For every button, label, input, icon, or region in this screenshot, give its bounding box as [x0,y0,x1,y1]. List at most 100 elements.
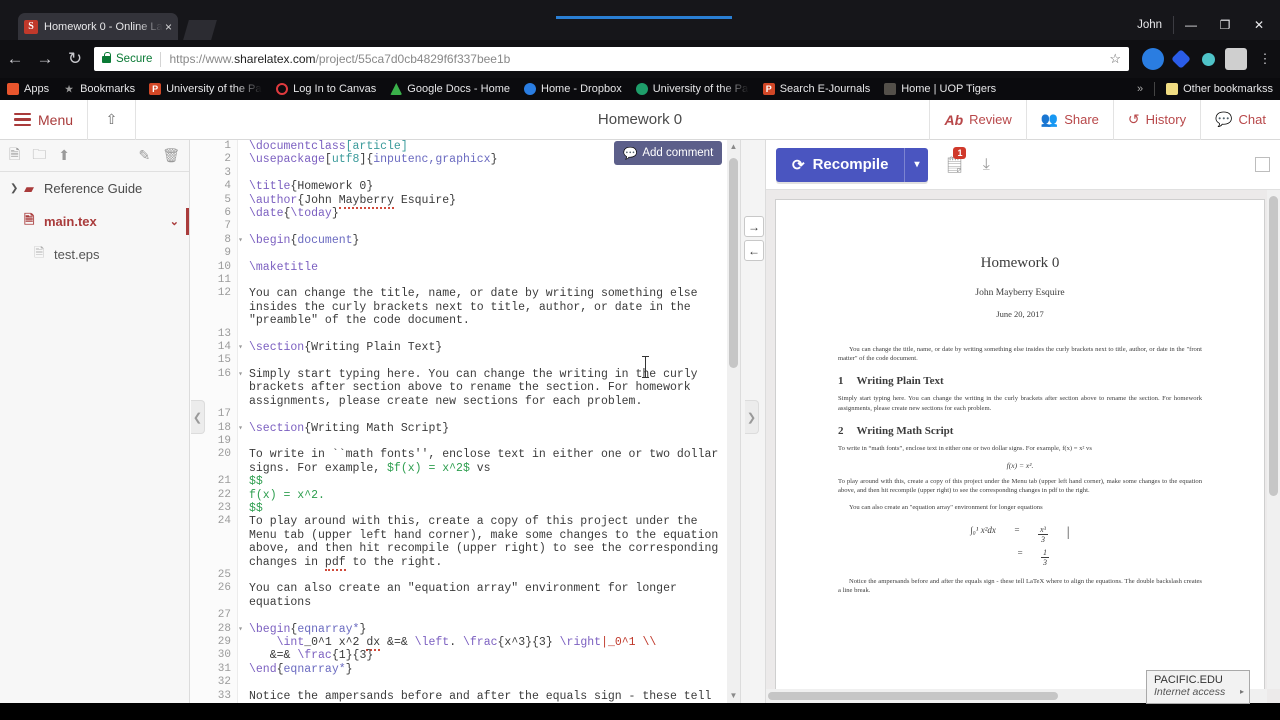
reload-icon[interactable]: ↻ [60,44,90,74]
chrome-profile-button[interactable]: John [1126,16,1174,34]
file-tree-item-reference-guide[interactable]: ❯ ▰ Reference Guide [0,172,189,205]
code-line[interactable]: f(x) = x^2. [249,489,726,502]
pdf-horizontal-scrollbar-thumb[interactable] [768,692,1058,700]
code-line[interactable]: \date{\today} [249,207,726,220]
sync-to-pdf-button[interactable]: → [744,216,764,237]
code-line[interactable]: \begin{eqnarray*} [249,623,726,636]
collapse-file-tree-handle[interactable]: ❮ [191,400,205,434]
new-tab-button[interactable] [183,20,217,40]
recompile-dropdown-caret[interactable]: ▾ [905,159,928,170]
header-action-chat[interactable]: 💬 Chat [1200,99,1280,140]
upload-arrow-icon[interactable]: ⇧ [88,99,137,140]
code-line[interactable]: To play around with this, create a copy … [249,515,726,571]
code-line[interactable] [249,220,726,233]
bookmark-item[interactable]: Home | UOP Tigers [877,83,1003,95]
bookmark-star-icon[interactable]: ☆ [1109,51,1121,67]
code-line[interactable] [249,435,726,448]
code-line[interactable] [249,167,726,180]
code-line[interactable] [249,354,726,367]
bookmarks-overflow-button[interactable]: » [1130,83,1150,95]
bookmark-item[interactable]: P University of the Pacif [142,83,269,95]
scroll-down-arrow-icon[interactable]: ▼ [727,689,740,703]
code-line[interactable]: To write in ``math fonts'', enclose text… [249,448,726,475]
header-action-review[interactable]: Ab Review [929,99,1025,140]
upload-icon[interactable]: ⬆ [58,147,70,164]
new-file-icon[interactable]: 🗎 [9,144,20,168]
code-area[interactable]: 1 2 3 4 5 6 7 8 ▾ 9 10 11 12 13 14 ▾ 15 16 ▾ 17 18 ▾ 19 20 21 22 2… [190,140,740,703]
code-line[interactable]: \begin{document} [249,234,726,247]
code-line[interactable]: \int_0^1 x^2 dx &=& \left. \frac{x^3}{3}… [249,636,726,652]
code-line[interactable] [249,328,726,341]
maximize-button[interactable]: ❐ [1208,13,1242,37]
log-file-icon[interactable]: 🗒 1 [944,146,967,175]
code-line[interactable]: \section{Writing Plain Text} [249,341,726,354]
recompile-main[interactable]: ⟳ Recompile [776,156,904,174]
code-line[interactable]: \end{eqnarray*} [249,663,726,676]
code-line[interactable]: \maketitle [249,261,726,274]
chevron-down-icon[interactable]: ⌄ [170,215,179,228]
delete-trash-icon[interactable]: 🗑 [162,147,180,164]
code-editor[interactable]: 1 2 3 4 5 6 7 8 ▾ 9 10 11 12 13 14 ▾ 15 16 ▾ 17 18 ▾ 19 20 21 22 2… [190,140,740,703]
bookmark-item[interactable]: ★ Bookmarks [56,83,142,95]
close-window-button[interactable]: ✕ [1242,13,1276,37]
file-tree-item-test-eps[interactable]: 🗎 test.eps [0,238,189,271]
expand-pdf-handle[interactable]: ❯ [745,400,759,434]
url-scheme: https://www. [169,52,235,66]
add-comment-button[interactable]: 💬 Add comment [614,141,723,165]
code-line[interactable]: $$ [249,475,726,488]
code-line[interactable]: Notice the ampersands before and after t… [249,690,726,703]
network-tooltip[interactable]: PACIFIC.EDU Internet access ▸ [1146,670,1250,704]
recompile-button[interactable]: ⟳ Recompile ▾ [776,147,929,182]
code-line[interactable]: Simply start typing here. You can change… [249,368,726,408]
code-line[interactable]: \section{Writing Math Script} [249,422,726,435]
code-line[interactable]: You can change the title, name, or date … [249,287,726,327]
bookmark-item[interactable]: Google Docs - Home [383,83,517,95]
editor-scrollbar[interactable]: ▲ ▼ [727,140,740,703]
code-line[interactable] [249,609,726,622]
file-tree-item-main-tex[interactable]: 🗎 main.tex ⌄ [0,205,189,238]
tab-close-icon[interactable]: × [165,20,172,34]
code-line[interactable] [249,247,726,260]
pdf-viewport[interactable]: Homework 0 John Mayberry Esquire June 20… [766,190,1280,703]
code-line[interactable]: You can also create an "equation array" … [249,582,726,609]
code-line[interactable] [249,408,726,421]
sync-to-code-button[interactable]: ← [744,240,764,261]
bookmark-item[interactable]: Log In to Canvas [269,83,383,95]
bookmark-item[interactable]: University of the Pacif [629,83,756,95]
teal-extension-icon[interactable] [1202,52,1215,66]
bookmark-label: University of the Pacif [652,83,749,95]
browser-tab-active[interactable]: S Homework 0 - Online La × [18,13,178,40]
code-line[interactable]: &=& \frac{1}{3} [249,649,726,662]
address-bar[interactable]: Secure https://www.sharelatex.com/projec… [94,47,1129,71]
chevron-right-icon[interactable]: ❯ [10,183,24,194]
rename-pencil-icon[interactable]: ✎ [138,147,150,164]
pdf-vertical-scrollbar-thumb[interactable] [1269,196,1278,496]
bookmark-item[interactable]: Home - Dropbox [517,83,629,95]
bookmark-item[interactable]: Apps [0,83,56,95]
grey-extension-icon[interactable] [1225,48,1247,70]
bookmark-item[interactable]: P Search E-Journals [756,83,878,95]
skype-extension-icon[interactable] [1142,48,1164,70]
back-icon[interactable]: ← [0,44,30,74]
code-line[interactable]: \author{John Mayberry Esquire} [249,193,726,209]
other-bookmarks-button[interactable]: Other bookmarkss [1159,83,1280,95]
header-action-share[interactable]: 👥 Share [1025,99,1113,140]
blue-diamond-extension-icon[interactable] [1171,49,1191,69]
chrome-menu-icon[interactable]: ⋮ [1250,44,1280,74]
code-line[interactable] [249,569,726,582]
code-line[interactable]: \title{Homework 0} [249,180,726,193]
editor-scrollbar-thumb[interactable] [729,158,738,368]
forward-icon[interactable]: → [30,44,60,74]
code-lines[interactable]: \documentclass[article] \usepackage[utf8]… [238,140,726,703]
scroll-up-arrow-icon[interactable]: ▲ [727,140,740,154]
code-line[interactable] [249,274,726,287]
download-icon[interactable]: ⤓ [983,156,990,174]
pdf-vertical-scrollbar[interactable] [1267,190,1280,689]
minimize-button[interactable]: — [1174,13,1208,37]
new-folder-icon[interactable]: 🗀 [32,144,46,168]
header-action-history[interactable]: ↺ History [1112,99,1200,140]
pdf-option-checkbox[interactable] [1255,157,1270,172]
menu-button[interactable]: Menu [0,99,89,140]
code-line[interactable]: $$ [249,502,726,515]
code-line[interactable] [249,676,726,689]
